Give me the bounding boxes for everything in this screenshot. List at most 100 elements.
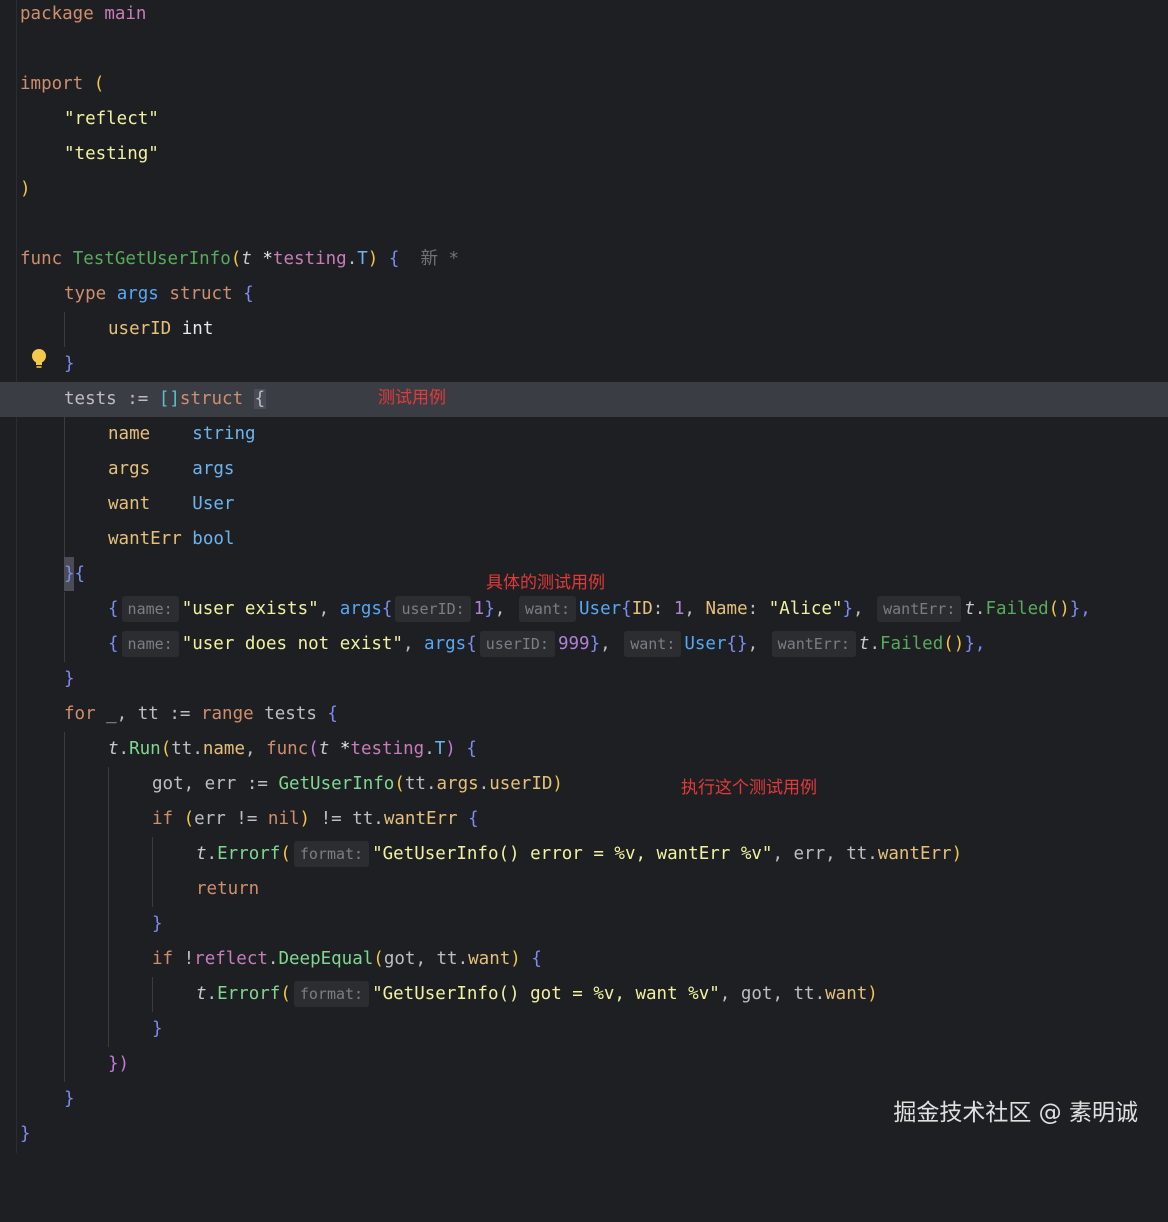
args: , err, tt. xyxy=(772,844,878,864)
field-name: args xyxy=(436,774,479,794)
keyword: range xyxy=(200,704,254,724)
brace: } xyxy=(64,669,75,689)
code-line[interactable]: {name: "user does not exist", args{userID… xyxy=(0,627,1168,662)
keyword: nil xyxy=(267,809,300,829)
method-name: Failed xyxy=(985,599,1049,619)
code-line[interactable]: for _, tt := range tests { xyxy=(0,697,1168,732)
brace: { xyxy=(74,564,86,584)
code-line[interactable]: want User xyxy=(0,487,1168,522)
type-ref: User xyxy=(579,599,622,619)
expr: err != xyxy=(194,809,268,829)
method-name: Run xyxy=(129,739,161,759)
paren: ( xyxy=(230,249,242,269)
paren: ( xyxy=(280,984,291,1004)
code-line[interactable]: package main xyxy=(0,0,1168,32)
dot: . xyxy=(478,774,490,794)
code-line[interactable]: "testing" xyxy=(0,137,1168,172)
brace: }, xyxy=(1069,599,1091,619)
code-line[interactable]: ) xyxy=(0,172,1168,207)
code-line[interactable]: func TestGetUserInfo(t *testing.T) { 新 * xyxy=(0,242,1168,277)
code-line[interactable]: } xyxy=(0,1012,1168,1047)
keyword: type xyxy=(64,284,107,304)
code-editor[interactable]: package main import ( "reflect" "testing… xyxy=(0,0,1168,1153)
param-hint: format: xyxy=(293,981,370,1007)
code-line[interactable]: userID int xyxy=(0,312,1168,347)
paren: ( xyxy=(160,739,172,759)
current-line-highlight[interactable]: tests := []struct { xyxy=(0,382,1168,417)
code-line[interactable]: got, err := GetUserInfo(tt.args.userID) xyxy=(0,767,1168,802)
method-name: Errorf xyxy=(217,844,281,864)
comma: , xyxy=(684,599,706,619)
lightbulb-icon[interactable] xyxy=(31,348,47,370)
type-ref: string xyxy=(150,424,256,444)
param-name: t xyxy=(964,599,975,619)
code-line[interactable]: t.Run(tt.name, func(t *testing.T) { xyxy=(0,732,1168,767)
brace: { xyxy=(108,634,119,654)
code-line[interactable]: import ( xyxy=(0,67,1168,102)
field-name: want xyxy=(108,494,151,514)
type-ref: int xyxy=(171,319,214,339)
string-literal: "user exists" xyxy=(181,599,319,619)
param-hint: wantErr: xyxy=(771,631,856,657)
field-name: want xyxy=(468,949,511,969)
paren: ( xyxy=(93,74,105,94)
pointer: * xyxy=(329,739,351,759)
package-ref: reflect xyxy=(194,949,268,969)
code-line[interactable]: type args struct { xyxy=(0,277,1168,312)
param-hint: format: xyxy=(293,841,370,867)
package-ref: testing xyxy=(350,739,425,759)
function-call: DeepEqual xyxy=(278,949,374,969)
function-call: GetUserInfo xyxy=(278,774,395,794)
code-line[interactable]: if !reflect.DeepEqual(got, tt.want) { xyxy=(0,942,1168,977)
code-line[interactable]: } xyxy=(0,347,1168,382)
code-line[interactable]: return xyxy=(0,872,1168,907)
code-line[interactable]: if (err != nil) != tt.wantErr { xyxy=(0,802,1168,837)
keyword: package xyxy=(20,4,94,24)
expr: != tt. xyxy=(310,809,384,829)
brace: { xyxy=(378,249,400,269)
string-literal: "user does not exist" xyxy=(181,634,403,654)
field-name: name xyxy=(108,424,151,444)
param-hint: wantErr: xyxy=(877,596,962,622)
import-path: "testing" xyxy=(64,144,159,164)
code-line[interactable]: name string xyxy=(0,417,1168,452)
code-line[interactable]: wantErr bool xyxy=(0,522,1168,557)
dot: . xyxy=(206,984,218,1004)
paren: ) xyxy=(367,249,379,269)
code-line[interactable]: }) xyxy=(0,1047,1168,1082)
field-name: want xyxy=(825,984,868,1004)
type-ref: args xyxy=(424,634,467,654)
param-name: t xyxy=(858,634,870,654)
type-ref: T xyxy=(434,739,446,759)
string-literal: "GetUserInfo() got = %v, want %v" xyxy=(372,984,720,1004)
comma: , xyxy=(402,634,425,654)
code-line[interactable]: t.Errorf(format: "GetUserInfo() error = %… xyxy=(0,837,1168,872)
comma: , xyxy=(600,634,622,654)
paren: ) xyxy=(867,984,878,1004)
slice-brackets: [] xyxy=(158,389,180,409)
paren: () xyxy=(1048,599,1070,619)
dot: . xyxy=(346,249,358,269)
dot: . xyxy=(869,634,881,654)
code-line[interactable]: {name: "user exists", args{userID: 1}, wan… xyxy=(0,592,1168,627)
code-line[interactable]: "reflect" xyxy=(0,102,1168,137)
param-name: t xyxy=(196,844,207,864)
param-hint: name: xyxy=(121,596,179,622)
paren: ) xyxy=(951,844,963,864)
field-name: Name xyxy=(705,599,748,619)
paren: ( xyxy=(394,774,405,794)
code-line[interactable]: args args xyxy=(0,452,1168,487)
type-ref: User xyxy=(684,634,727,654)
var-decl: tests := xyxy=(64,389,159,409)
code-line[interactable]: } xyxy=(0,662,1168,697)
number-literal: 1 xyxy=(473,599,485,619)
function-name: TestGetUserInfo xyxy=(72,249,231,269)
type-name: args xyxy=(116,284,159,304)
code-line[interactable]: } xyxy=(0,907,1168,942)
matched-brace: { xyxy=(253,389,267,409)
brace: { xyxy=(457,809,479,829)
dot: . xyxy=(424,739,435,759)
string-literal: "GetUserInfo() error = %v, wantErr %v" xyxy=(372,844,773,864)
watermark: 掘金技术社区 @ 素明诚 xyxy=(893,1100,1138,1126)
code-line[interactable]: t.Errorf(format: "GetUserInfo() got = %v,… xyxy=(0,977,1168,1012)
